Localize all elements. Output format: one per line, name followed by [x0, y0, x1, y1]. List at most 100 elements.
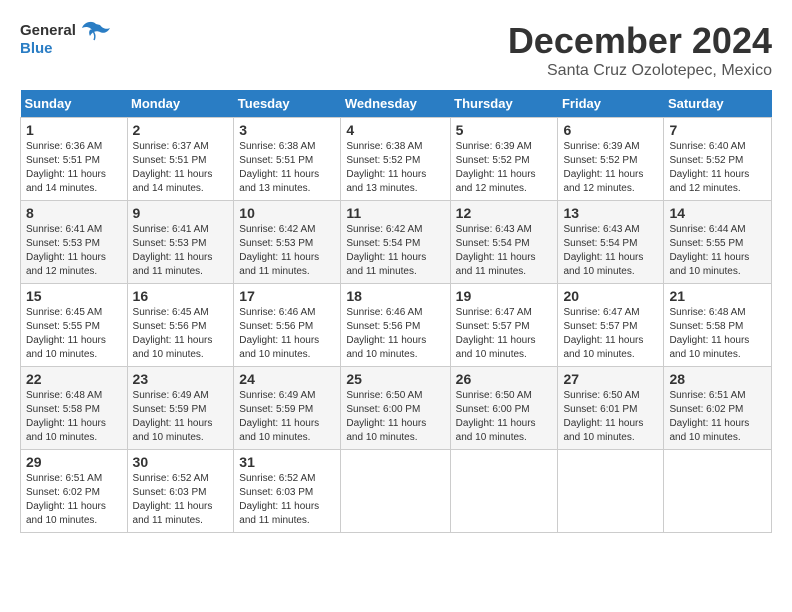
calendar-cell-empty [450, 450, 558, 533]
day-info: Sunrise: 6:47 AMSunset: 5:57 PMDaylight:… [456, 307, 536, 360]
col-friday: Friday [558, 90, 664, 118]
day-number: 28 [669, 371, 766, 387]
calendar-cell: 11 Sunrise: 6:42 AMSunset: 5:54 PMDaylig… [341, 201, 450, 284]
calendar-cell: 14 Sunrise: 6:44 AMSunset: 5:55 PMDaylig… [664, 201, 772, 284]
day-number: 27 [563, 371, 658, 387]
day-number: 13 [563, 205, 658, 221]
day-info: Sunrise: 6:52 AMSunset: 6:03 PMDaylight:… [239, 473, 319, 526]
calendar-cell: 18 Sunrise: 6:46 AMSunset: 5:56 PMDaylig… [341, 284, 450, 367]
day-info: Sunrise: 6:50 AMSunset: 6:00 PMDaylight:… [346, 390, 426, 443]
day-info: Sunrise: 6:43 AMSunset: 5:54 PMDaylight:… [456, 224, 536, 277]
day-number: 23 [133, 371, 229, 387]
calendar-cell: 19 Sunrise: 6:47 AMSunset: 5:57 PMDaylig… [450, 284, 558, 367]
calendar-cell: 17 Sunrise: 6:46 AMSunset: 5:56 PMDaylig… [234, 284, 341, 367]
calendar-cell: 9 Sunrise: 6:41 AMSunset: 5:53 PMDayligh… [127, 201, 234, 284]
col-monday: Monday [127, 90, 234, 118]
calendar-header-row: Sunday Monday Tuesday Wednesday Thursday… [21, 90, 772, 118]
calendar-table: Sunday Monday Tuesday Wednesday Thursday… [20, 90, 772, 533]
calendar-cell: 21 Sunrise: 6:48 AMSunset: 5:58 PMDaylig… [664, 284, 772, 367]
day-info: Sunrise: 6:36 AMSunset: 5:51 PMDaylight:… [26, 141, 106, 194]
calendar-week-row: 15 Sunrise: 6:45 AMSunset: 5:55 PMDaylig… [21, 284, 772, 367]
day-number: 25 [346, 371, 444, 387]
day-number: 20 [563, 288, 658, 304]
day-number: 6 [563, 122, 658, 138]
day-info: Sunrise: 6:42 AMSunset: 5:53 PMDaylight:… [239, 224, 319, 277]
col-tuesday: Tuesday [234, 90, 341, 118]
calendar-cell: 22 Sunrise: 6:48 AMSunset: 5:58 PMDaylig… [21, 367, 128, 450]
day-number: 24 [239, 371, 335, 387]
day-number: 21 [669, 288, 766, 304]
calendar-cell: 26 Sunrise: 6:50 AMSunset: 6:00 PMDaylig… [450, 367, 558, 450]
calendar-cell: 28 Sunrise: 6:51 AMSunset: 6:02 PMDaylig… [664, 367, 772, 450]
title-section: December 2024 Santa Cruz Ozolotepec, Mex… [508, 20, 772, 80]
calendar-cell: 3 Sunrise: 6:38 AMSunset: 5:51 PMDayligh… [234, 118, 341, 201]
calendar-cell: 29 Sunrise: 6:51 AMSunset: 6:02 PMDaylig… [21, 450, 128, 533]
day-info: Sunrise: 6:43 AMSunset: 5:54 PMDaylight:… [563, 224, 643, 277]
day-info: Sunrise: 6:42 AMSunset: 5:54 PMDaylight:… [346, 224, 426, 277]
calendar-cell: 1 Sunrise: 6:36 AMSunset: 5:51 PMDayligh… [21, 118, 128, 201]
calendar-cell-empty [558, 450, 664, 533]
day-number: 31 [239, 454, 335, 470]
calendar-cell: 27 Sunrise: 6:50 AMSunset: 6:01 PMDaylig… [558, 367, 664, 450]
logo-blue: Blue [20, 40, 53, 57]
day-info: Sunrise: 6:50 AMSunset: 6:01 PMDaylight:… [563, 390, 643, 443]
page-header: General Blue December 2024 Santa Cruz Oz… [20, 20, 772, 80]
day-info: Sunrise: 6:48 AMSunset: 5:58 PMDaylight:… [26, 390, 106, 443]
day-info: Sunrise: 6:49 AMSunset: 5:59 PMDaylight:… [239, 390, 319, 443]
day-info: Sunrise: 6:39 AMSunset: 5:52 PMDaylight:… [563, 141, 643, 194]
calendar-cell: 7 Sunrise: 6:40 AMSunset: 5:52 PMDayligh… [664, 118, 772, 201]
day-info: Sunrise: 6:41 AMSunset: 5:53 PMDaylight:… [26, 224, 106, 277]
month-title: December 2024 [508, 20, 772, 62]
day-number: 2 [133, 122, 229, 138]
calendar-cell: 10 Sunrise: 6:42 AMSunset: 5:53 PMDaylig… [234, 201, 341, 284]
day-info: Sunrise: 6:37 AMSunset: 5:51 PMDaylight:… [133, 141, 213, 194]
day-number: 22 [26, 371, 122, 387]
day-info: Sunrise: 6:48 AMSunset: 5:58 PMDaylight:… [669, 307, 749, 360]
calendar-cell-empty [664, 450, 772, 533]
logo: General Blue [20, 20, 110, 57]
day-info: Sunrise: 6:38 AMSunset: 5:52 PMDaylight:… [346, 141, 426, 194]
calendar-week-row: 1 Sunrise: 6:36 AMSunset: 5:51 PMDayligh… [21, 118, 772, 201]
day-info: Sunrise: 6:44 AMSunset: 5:55 PMDaylight:… [669, 224, 749, 277]
day-number: 19 [456, 288, 553, 304]
day-number: 17 [239, 288, 335, 304]
day-number: 3 [239, 122, 335, 138]
calendar-cell: 12 Sunrise: 6:43 AMSunset: 5:54 PMDaylig… [450, 201, 558, 284]
logo-bird-icon [82, 20, 110, 42]
day-number: 7 [669, 122, 766, 138]
calendar-week-row: 8 Sunrise: 6:41 AMSunset: 5:53 PMDayligh… [21, 201, 772, 284]
day-info: Sunrise: 6:51 AMSunset: 6:02 PMDaylight:… [26, 473, 106, 526]
col-wednesday: Wednesday [341, 90, 450, 118]
calendar-week-row: 22 Sunrise: 6:48 AMSunset: 5:58 PMDaylig… [21, 367, 772, 450]
calendar-cell: 25 Sunrise: 6:50 AMSunset: 6:00 PMDaylig… [341, 367, 450, 450]
day-number: 14 [669, 205, 766, 221]
calendar-cell-empty [341, 450, 450, 533]
day-info: Sunrise: 6:49 AMSunset: 5:59 PMDaylight:… [133, 390, 213, 443]
day-number: 16 [133, 288, 229, 304]
day-number: 26 [456, 371, 553, 387]
day-number: 10 [239, 205, 335, 221]
day-number: 15 [26, 288, 122, 304]
day-info: Sunrise: 6:50 AMSunset: 6:00 PMDaylight:… [456, 390, 536, 443]
day-number: 4 [346, 122, 444, 138]
calendar-cell: 8 Sunrise: 6:41 AMSunset: 5:53 PMDayligh… [21, 201, 128, 284]
col-saturday: Saturday [664, 90, 772, 118]
day-info: Sunrise: 6:47 AMSunset: 5:57 PMDaylight:… [563, 307, 643, 360]
calendar-cell: 30 Sunrise: 6:52 AMSunset: 6:03 PMDaylig… [127, 450, 234, 533]
day-number: 9 [133, 205, 229, 221]
calendar-cell: 31 Sunrise: 6:52 AMSunset: 6:03 PMDaylig… [234, 450, 341, 533]
calendar-cell: 23 Sunrise: 6:49 AMSunset: 5:59 PMDaylig… [127, 367, 234, 450]
day-info: Sunrise: 6:38 AMSunset: 5:51 PMDaylight:… [239, 141, 319, 194]
day-number: 1 [26, 122, 122, 138]
day-number: 11 [346, 205, 444, 221]
day-number: 5 [456, 122, 553, 138]
day-info: Sunrise: 6:39 AMSunset: 5:52 PMDaylight:… [456, 141, 536, 194]
day-info: Sunrise: 6:40 AMSunset: 5:52 PMDaylight:… [669, 141, 749, 194]
calendar-cell: 2 Sunrise: 6:37 AMSunset: 5:51 PMDayligh… [127, 118, 234, 201]
day-number: 12 [456, 205, 553, 221]
calendar-cell: 16 Sunrise: 6:45 AMSunset: 5:56 PMDaylig… [127, 284, 234, 367]
day-info: Sunrise: 6:41 AMSunset: 5:53 PMDaylight:… [133, 224, 213, 277]
calendar-cell: 24 Sunrise: 6:49 AMSunset: 5:59 PMDaylig… [234, 367, 341, 450]
day-info: Sunrise: 6:45 AMSunset: 5:55 PMDaylight:… [26, 307, 106, 360]
location-title: Santa Cruz Ozolotepec, Mexico [508, 62, 772, 80]
